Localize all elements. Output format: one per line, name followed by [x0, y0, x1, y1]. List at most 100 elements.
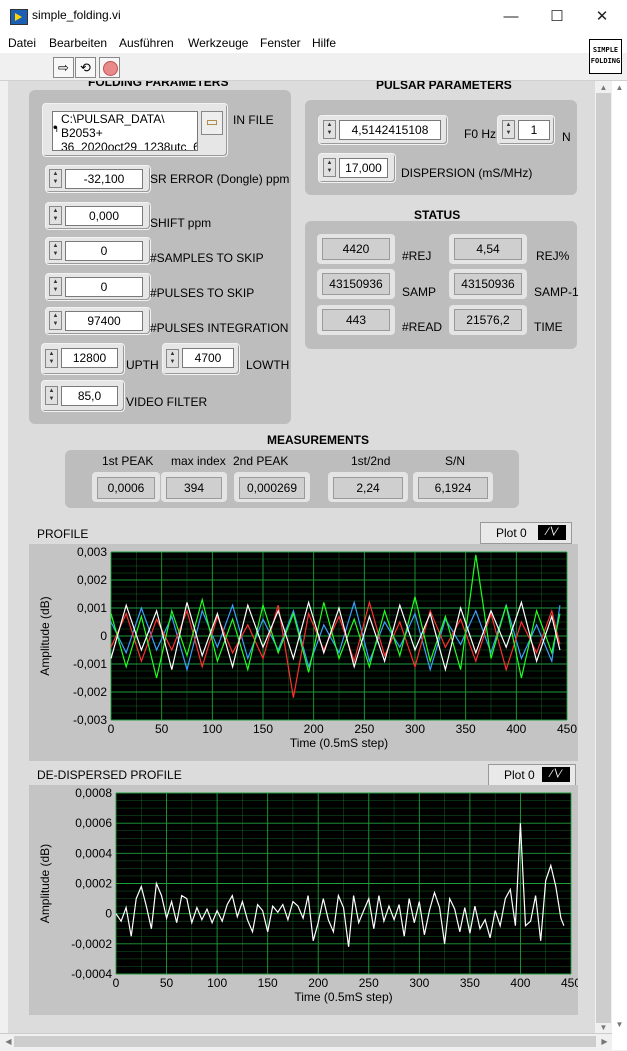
minimize-button[interactable]: — [488, 0, 534, 33]
maximize-button[interactable]: ☐ [534, 0, 580, 33]
profile-legend-label: Plot 0 [496, 526, 527, 540]
upth-field[interactable]: 12800 [61, 348, 118, 368]
x-tick-label: 350 [460, 976, 480, 990]
x-tick-label: 450 [561, 976, 578, 990]
dedispersed-chart: 0 50 100 150 200 250 300 350 400 450 0,0008 0,0006 0… [38, 786, 581, 1004]
x-tick-label: 50 [160, 976, 174, 990]
horizontal-scrollbar-thumb[interactable] [14, 1036, 596, 1047]
vertical-scrollbar-thumb[interactable] [596, 93, 611, 1023]
y-tick-label: 0,002 [77, 573, 107, 587]
plot-line-style-icon-2: ⁄∖⁄ [542, 767, 570, 782]
lowth-spinner-icon[interactable]: ▲ ▼ [166, 349, 179, 368]
n-field[interactable]: 1 [518, 120, 550, 140]
outer-scroll-down-arrow-icon[interactable]: ▼ [612, 1020, 627, 1029]
menu-fenster[interactable]: Fenster [260, 36, 301, 50]
x-tick-label: 100 [202, 722, 222, 736]
outer-scroll-up-arrow-icon[interactable]: ▲ [612, 83, 627, 92]
menu-datei[interactable]: Datei [8, 36, 36, 50]
shift-label: SHIFT ppm [150, 216, 212, 230]
samp1-label: SAMP-1 [534, 285, 579, 299]
sn-indicator: 6,1924 [418, 477, 488, 499]
window-title: simple_folding.vi [32, 8, 121, 22]
x-tick-label: 300 [409, 976, 429, 990]
x-tick-label: 50 [155, 722, 169, 736]
y-axis-label: Amplitude (dB) [38, 844, 52, 923]
scroll-down-arrow-icon[interactable]: ▼ [596, 1023, 611, 1032]
f0-field[interactable]: 4,5142415108 [339, 120, 441, 140]
status-title: STATUS [414, 208, 461, 222]
profile-title: PROFILE [37, 527, 89, 541]
f0-spinner-icon[interactable]: ▲ ▼ [323, 120, 336, 139]
x-tick-label: 0 [113, 976, 120, 990]
menu-bearbeiten[interactable]: Bearbeiten [49, 36, 107, 50]
dispersion-spinner-icon[interactable]: ▲ ▼ [323, 158, 336, 177]
dispersion-field[interactable]: 17,000 [339, 158, 388, 178]
profile-plot-legend[interactable]: Plot 0 ⁄∖⁄ [480, 522, 572, 544]
folder-browse-icon[interactable]: ▭ [201, 111, 223, 135]
menu-ausfuehren[interactable]: Ausführen [119, 36, 174, 50]
dispersion-label: DISPERSION (mS/MHz) [401, 166, 533, 180]
pulses-skip-field[interactable]: 0 [65, 277, 143, 297]
x-tick-label: 400 [510, 976, 530, 990]
video-filter-label: VIDEO FILTER [126, 395, 208, 409]
x-tick-label: 200 [308, 976, 328, 990]
x-tick-label: 350 [456, 722, 476, 736]
y-tick-label: 0,0006 [75, 816, 112, 830]
shift-spinner-icon[interactable]: ▲ ▼ [49, 206, 62, 225]
pulses-integration-field[interactable]: 97400 [65, 311, 143, 331]
x-tick-label: 150 [253, 722, 273, 736]
y-tick-label: 0,0004 [75, 846, 112, 860]
dedispersed-plot-legend[interactable]: Plot 0 ⁄∖⁄ [488, 764, 576, 786]
y-tick-label: 0 [105, 907, 112, 921]
scroll-left-arrow-icon[interactable]: ◀ [1, 1037, 16, 1046]
plot-line-style-icon: ⁄∖⁄ [538, 525, 566, 540]
video-filter-field[interactable]: 85,0 [61, 386, 118, 406]
rej-indicator: 4420 [322, 238, 390, 260]
x-tick-label: 150 [258, 976, 278, 990]
sr-error-field[interactable]: -32,100 [65, 169, 143, 189]
samp-indicator: 43150936 [322, 273, 390, 295]
shift-field[interactable]: 0,000 [65, 206, 143, 226]
lowth-label: LOWTH [246, 358, 290, 372]
x-tick-label: 250 [359, 976, 379, 990]
front-panel: FOLDING PARAMETERS C:\PULSAR_DATA\ B2053… [8, 81, 595, 1033]
pulses-integration-spinner-icon[interactable]: ▲ ▼ [49, 311, 62, 330]
samples-skip-spinner-icon[interactable]: ▲ ▼ [49, 241, 62, 260]
x-tick-label: 300 [405, 722, 425, 736]
sn-label: S/N [445, 454, 466, 468]
x-tick-label: 200 [304, 722, 324, 736]
scroll-up-arrow-icon[interactable]: ▲ [596, 83, 611, 92]
path-link-icon: ᖳ [53, 124, 58, 134]
pulsar-parameters-title: PULSAR PARAMETERS [376, 81, 512, 92]
close-button[interactable]: ✕ [579, 0, 625, 33]
pulses-skip-spinner-icon[interactable]: ▲ ▼ [49, 277, 62, 296]
pulses-integration-label: #PULSES INTEGRATION [150, 321, 289, 335]
lowth-field[interactable]: 4700 [182, 348, 234, 368]
in-file-path-field[interactable]: C:\PULSAR_DATA\ B2053+ 36_2020oct29_1238… [52, 111, 198, 151]
y-tick-label: -0,003 [73, 713, 107, 727]
ratio-indicator: 2,24 [333, 477, 403, 499]
samples-skip-field[interactable]: 0 [65, 241, 143, 261]
n-spinner-icon[interactable]: ▲ ▼ [502, 120, 515, 139]
first-peak-indicator: 0,0006 [97, 477, 155, 499]
x-tick-label: 250 [354, 722, 374, 736]
x-tick-label: 400 [506, 722, 526, 736]
x-axis-label: Time (0.5mS step) [290, 736, 388, 750]
y-tick-label: 0,001 [77, 601, 107, 615]
first-peak-label: 1st PEAK [102, 454, 154, 468]
rej-pct-label: REJ% [536, 249, 570, 263]
y-tick-label: 0,0002 [75, 877, 112, 891]
x-tick-label: 0 [108, 722, 115, 736]
video-filter-spinner-icon[interactable]: ▲ ▼ [45, 386, 58, 405]
scroll-right-arrow-icon[interactable]: ▶ [597, 1037, 612, 1046]
sr-error-spinner-icon[interactable]: ▲ ▼ [49, 169, 62, 188]
menu-hilfe[interactable]: Hilfe [312, 36, 336, 50]
run-arrow-icon[interactable]: ⇨ [53, 57, 74, 78]
y-tick-label: 0,0008 [75, 786, 112, 800]
run-continuously-icon[interactable]: ⟲ [75, 57, 96, 78]
abort-stop-icon[interactable] [99, 57, 120, 78]
upth-spinner-icon[interactable]: ▲ ▼ [45, 349, 58, 368]
rej-label: #REJ [402, 249, 432, 263]
menu-werkzeuge[interactable]: Werkzeuge [188, 36, 248, 50]
labview-app-icon [10, 9, 28, 25]
